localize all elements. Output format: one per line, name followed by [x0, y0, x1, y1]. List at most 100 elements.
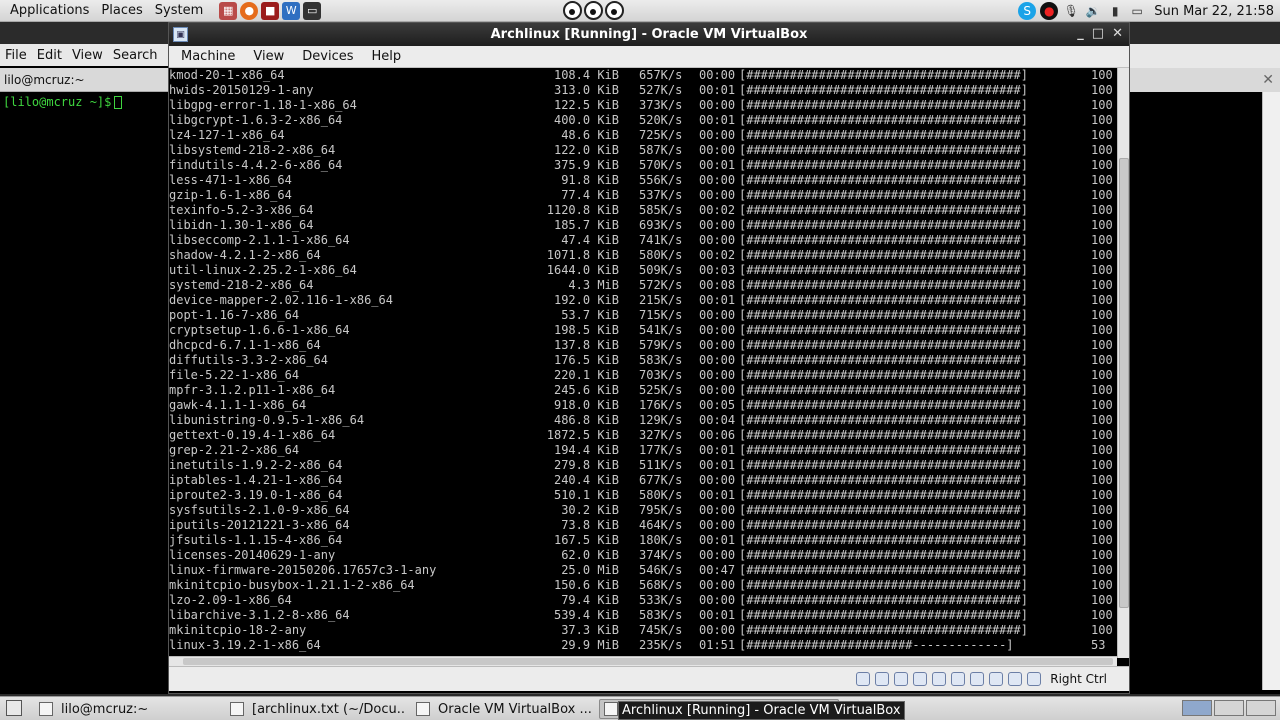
optical-drive-icon[interactable]	[875, 672, 890, 686]
download-row: mpfr-3.1.2.p11-1-x86_64 245.6 KiB 525K/s 00…	[169, 383, 1117, 398]
download-size: 185.7 KiB	[553, 218, 619, 232]
progress-bar: [######################################]	[739, 488, 1028, 502]
archive-manager-icon[interactable]: ▦	[219, 1, 238, 20]
workspace-1[interactable]	[1182, 700, 1212, 716]
progress-bar: [######################################]	[739, 173, 1028, 187]
progress-percent: 100	[1091, 293, 1113, 307]
download-time: 00:01	[699, 533, 736, 547]
usb-icon[interactable]	[932, 672, 947, 686]
download-row: hwids-20150129-1-any 313.0 KiB 527K/s 00:01…	[169, 83, 1117, 98]
view-menu[interactable]: View	[247, 49, 290, 64]
download-time: 00:04	[699, 413, 736, 427]
task-terminal[interactable]: lilo@mcruz:~	[34, 699, 219, 719]
network-icon[interactable]	[913, 672, 928, 686]
skype-icon[interactable]: S	[1018, 2, 1037, 20]
firefox-icon[interactable]: ●	[240, 1, 259, 20]
hard-disk-icon[interactable]	[856, 672, 871, 686]
applications-menu[interactable]: Applications	[4, 3, 95, 18]
mouse-integration-icon[interactable]	[1008, 672, 1023, 686]
workspace-switcher[interactable]	[1182, 700, 1276, 716]
download-size: 918.0 KiB	[553, 398, 619, 412]
progress-percent: 100	[1091, 578, 1113, 592]
package-name: device-mapper-2.02.116-1-x86_64	[169, 293, 393, 307]
download-row: libseccomp-2.1.1-1-x86_64 47.4 KiB 741K/s 0…	[169, 233, 1117, 248]
minimize-icon[interactable]: _	[1077, 26, 1084, 41]
terminal-launcher-icon[interactable]: ▭	[303, 1, 322, 20]
keyboard-capture-icon[interactable]	[1027, 672, 1042, 686]
left-terminal-tab[interactable]: lilo@mcruz:~	[0, 68, 168, 92]
file-menu[interactable]: File	[0, 48, 32, 63]
search-menu[interactable]: Search	[108, 48, 163, 63]
package-name: lz4-127-1-x86_64	[169, 128, 285, 142]
package-name: libgcrypt-1.6.3-2-x86_64	[169, 113, 343, 127]
guest-horizontal-scrollbar[interactable]	[169, 656, 1117, 666]
maximize-icon[interactable]: □	[1092, 26, 1104, 41]
edit-menu[interactable]: Edit	[32, 48, 67, 63]
package-name: hwids-20150129-1-any	[169, 83, 314, 97]
audio-icon[interactable]	[894, 672, 909, 686]
video-capture-icon[interactable]	[989, 672, 1004, 686]
download-time: 00:00	[699, 323, 736, 337]
close-icon[interactable]: ✕	[1112, 26, 1123, 41]
download-speed: 374K/s	[639, 548, 683, 562]
task-virtualbox-manager[interactable]: Oracle VM VirtualBox ...	[411, 699, 593, 719]
package-name: iputils-20121221-3-x86_64	[169, 518, 350, 532]
progress-percent: 100	[1091, 413, 1113, 427]
progress-bar: [######################################]	[739, 383, 1028, 397]
devices-menu[interactable]: Devices	[296, 49, 359, 64]
background-terminal-scrollbar[interactable]	[1262, 92, 1280, 690]
progress-percent: 100	[1091, 353, 1113, 367]
download-time: 00:01	[699, 83, 736, 97]
places-menu[interactable]: Places	[95, 3, 148, 18]
package-name: iptables-1.4.21-1-x86_64	[169, 473, 343, 487]
download-time: 00:00	[699, 188, 736, 202]
shared-folders-icon[interactable]	[951, 672, 966, 686]
download-row: util-linux-2.25.2-1-x86_64 1644.0 KiB 509K…	[169, 263, 1117, 278]
package-name: kmod-20-1-x86_64	[169, 68, 285, 82]
workspace-2[interactable]	[1214, 700, 1244, 716]
download-size: 122.0 KiB	[553, 143, 619, 157]
panel-clock[interactable]: Sun Mar 22, 21:58	[1154, 4, 1274, 19]
battery-icon[interactable]: ▭	[1128, 2, 1146, 20]
virtualbox-app-icon[interactable]: ▣	[173, 27, 188, 42]
guest-display[interactable]: kmod-20-1-x86_64 108.4 KiB 657K/s 00:00 [###…	[169, 68, 1129, 666]
progress-percent: 100	[1091, 503, 1113, 517]
microphone-icon[interactable]: 🎙	[1062, 2, 1080, 20]
writer-icon[interactable]: W	[282, 1, 301, 20]
close-tab-icon[interactable]: ✕	[1262, 72, 1274, 88]
machine-menu[interactable]: Machine	[175, 49, 241, 64]
task-text-editor[interactable]: [archlinux.txt (~/Docu...	[225, 699, 405, 719]
screenshot-tool-icon[interactable]: ■	[261, 1, 280, 20]
system-menu[interactable]: System	[149, 3, 209, 18]
scroll-thumb[interactable]	[183, 658, 1113, 665]
package-name: dhcpcd-6.7.1-1-x86_64	[169, 338, 321, 352]
download-row: popt-1.16-7-x86_64 53.7 KiB 715K/s 00:00 [##…	[169, 308, 1117, 323]
download-row: licenses-20140629-1-any 62.0 KiB 374K/s 00:…	[169, 548, 1117, 563]
left-terminal-menubar: File Edit View Search	[0, 44, 168, 66]
download-row: libidn-1.30-1-x86_64 185.7 KiB 693K/s 00:00…	[169, 218, 1117, 233]
package-name: libarchive-3.1.2-8-x86_64	[169, 608, 350, 622]
display-icon[interactable]	[970, 672, 985, 686]
volume-icon[interactable]: 🔉	[1084, 2, 1102, 20]
workspace-3[interactable]	[1246, 700, 1276, 716]
progress-percent: 100	[1091, 458, 1113, 472]
guest-vertical-scrollbar[interactable]	[1117, 68, 1129, 658]
show-desktop-icon[interactable]	[6, 700, 22, 716]
view-menu[interactable]: View	[67, 48, 108, 63]
package-name: libsystemd-218-2-x86_64	[169, 143, 336, 157]
download-speed: 570K/s	[639, 158, 683, 172]
shell-prompt[interactable]: [lilo@mcruz ~]$	[3, 95, 123, 109]
vbox-title-bar[interactable]: ▣ Archlinux [Running] - Oracle VM Virtua…	[169, 23, 1129, 46]
network-signal-icon[interactable]: ▮	[1106, 2, 1124, 20]
progress-percent: 100	[1091, 563, 1113, 577]
top-panel: Applications Places System ▦ ● ■ W ▭ S ●…	[0, 0, 1280, 22]
download-time: 00:01	[699, 293, 736, 307]
help-menu[interactable]: Help	[366, 49, 408, 64]
download-size: 79.4 KiB	[561, 593, 619, 607]
progress-bar: [######################################]	[739, 353, 1028, 367]
recorder-icon[interactable]: ●	[1040, 2, 1059, 20]
download-row: libunistring-0.9.5-1-x86_64 486.8 KiB 129K…	[169, 413, 1117, 428]
download-speed: 579K/s	[639, 338, 683, 352]
package-name: linux-firmware-20150206.17657c3-1-any	[169, 563, 437, 577]
scroll-thumb[interactable]	[1119, 158, 1129, 608]
